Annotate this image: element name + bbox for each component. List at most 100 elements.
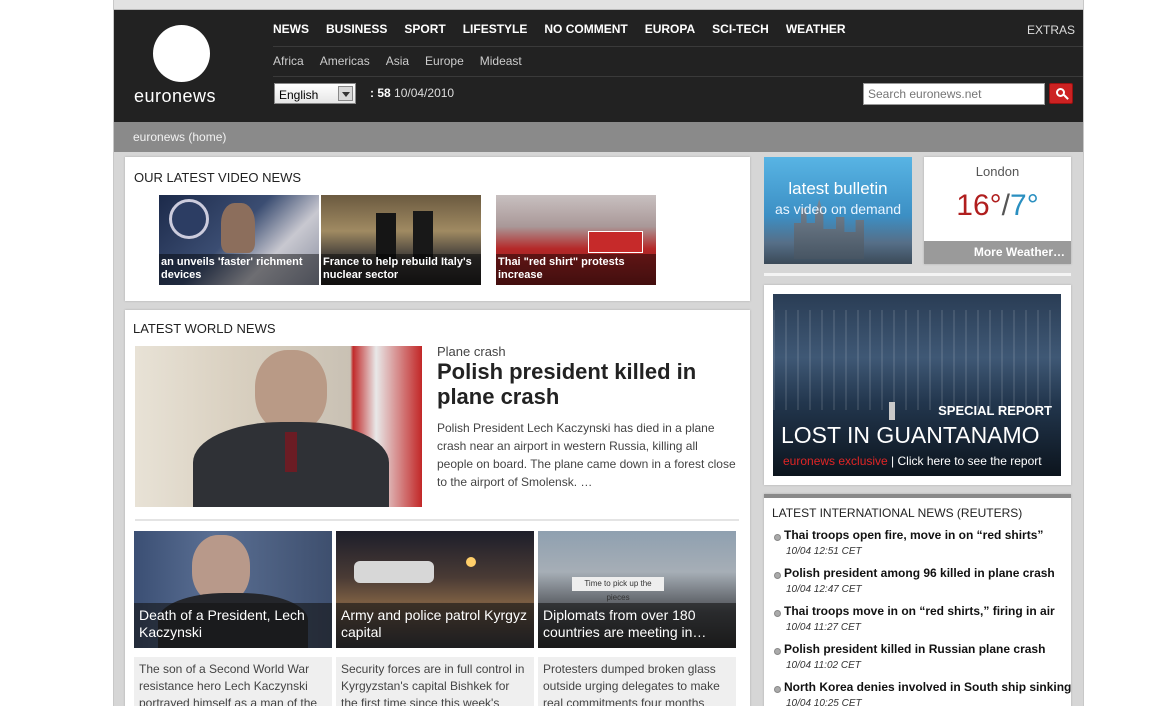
protest-sign xyxy=(588,231,643,253)
temp-low: 7° xyxy=(1010,189,1039,222)
temp-sep: / xyxy=(1001,189,1011,222)
breadcrumb-home[interactable]: euronews (home) xyxy=(133,130,226,144)
nav-sci-tech[interactable]: SCI-TECH xyxy=(712,22,769,36)
story-text-2: Security forces are in full control in K… xyxy=(336,657,534,706)
main-nav: NEWS BUSINESS SPORT LIFESTYLE NO COMMENT… xyxy=(273,22,863,36)
video-caption-1: an unveils 'faster' richment devices xyxy=(159,254,319,285)
face-shape xyxy=(255,350,327,432)
breadcrumb: euronews (home) xyxy=(114,122,1083,152)
reuters-time: 10/04 10:25 CET xyxy=(786,698,862,706)
reuters-headline[interactable]: Thai troops open fire, move in on “red s… xyxy=(784,528,1043,542)
protest-banner: Time to pick up the pieces xyxy=(572,577,664,602)
nav-weather[interactable]: WEATHER xyxy=(786,22,846,36)
story-caption-1: Death of a President, Lech Kaczynski xyxy=(134,603,332,648)
subnav-divider xyxy=(273,76,1083,77)
lead-story-image[interactable] xyxy=(135,346,422,507)
story-text-3: Protesters dumped broken glass outside u… xyxy=(538,657,736,706)
story-tile-3[interactable]: Time to pick up the pieces Diplomats fro… xyxy=(538,531,736,648)
language-select[interactable]: English xyxy=(274,83,356,104)
story-text-1: The son of a Second World War resistance… xyxy=(134,657,332,706)
top-strip xyxy=(114,0,1083,10)
subnav-americas[interactable]: Americas xyxy=(320,54,370,68)
search-icon-handle xyxy=(1063,94,1069,100)
nav-divider xyxy=(273,46,1083,47)
emblem-shape xyxy=(169,199,209,239)
lead-kicker: Plane crash xyxy=(437,344,506,359)
subnav-asia[interactable]: Asia xyxy=(386,54,409,68)
reuters-headline[interactable]: Polish president among 96 killed in plan… xyxy=(784,566,1055,580)
story-tile-2[interactable]: Army and police patrol Kyrgyz capital xyxy=(336,531,534,648)
reuters-time: 10/04 12:51 CET xyxy=(786,546,862,557)
sidebar-divider xyxy=(764,273,1071,276)
lead-headline[interactable]: Polish president killed in plane crash xyxy=(437,359,737,409)
video-thumb-1[interactable]: an unveils 'faster' richment devices xyxy=(159,195,319,285)
weather-city: London xyxy=(975,164,1020,179)
light-shape xyxy=(466,557,476,567)
guantanamo-image: SPECIAL REPORT LOST IN GUANTANAMO eurone… xyxy=(773,294,1061,476)
lead-summary: Polish President Lech Kaczynski has died… xyxy=(437,421,736,489)
subnav-mideast[interactable]: Mideast xyxy=(480,54,522,68)
video-thumb-2[interactable]: France to help rebuild Italy's nuclear s… xyxy=(321,195,481,285)
search-input[interactable] xyxy=(863,83,1045,105)
nav-news[interactable]: NEWS xyxy=(273,22,309,36)
bulletin-banner[interactable]: latest bulletin as video on demand xyxy=(764,157,912,264)
search-button[interactable] xyxy=(1049,83,1073,104)
logo-circle xyxy=(153,25,210,82)
special-report-panel[interactable]: SPECIAL REPORT LOST IN GUANTANAMO eurone… xyxy=(764,285,1071,485)
bullet-icon xyxy=(774,534,781,541)
speaker-figure xyxy=(221,203,255,253)
bullet-icon xyxy=(774,610,781,617)
chevron-down-icon[interactable] xyxy=(338,86,353,101)
nav-extras[interactable]: EXTRAS xyxy=(1027,23,1075,37)
world-news-panel: LATEST WORLD NEWS Plane crash Polish pre… xyxy=(125,310,750,706)
reuters-time: 10/04 11:02 CET xyxy=(786,660,861,671)
subnav-africa[interactable]: Africa xyxy=(273,54,304,68)
video-caption-2: France to help rebuild Italy's nuclear s… xyxy=(321,254,481,285)
person-silhouette xyxy=(889,402,895,420)
clock-date: 10/04/2010 xyxy=(394,86,455,100)
report-link-text: | Click here to see the report xyxy=(887,454,1042,468)
exclusive-label: euronews exclusive xyxy=(783,454,888,468)
reuters-headline[interactable]: Thai troops move in on “red shirts,” fir… xyxy=(784,604,1055,618)
more-weather-button[interactable]: More Weather… xyxy=(924,241,1071,264)
page: euronews NEWS BUSINESS SPORT LIFESTYLE N… xyxy=(113,0,1084,706)
section-divider xyxy=(135,519,739,521)
subnav-europe[interactable]: Europe xyxy=(425,54,464,68)
reuters-headline[interactable]: Polish president killed in Russian plane… xyxy=(784,642,1045,656)
site-header: euronews NEWS BUSINESS SPORT LIFESTYLE N… xyxy=(114,10,1083,122)
story-caption-2: Army and police patrol Kyrgyz capital xyxy=(336,603,534,648)
video-caption-3: Thai "red shirt" protests increase xyxy=(496,254,656,285)
tie-shape xyxy=(285,432,297,472)
video-news-title: OUR LATEST VIDEO NEWS xyxy=(134,170,302,185)
reuters-title: LATEST INTERNATIONAL NEWS (REUTERS) xyxy=(772,506,1023,520)
reuters-time: 10/04 12:47 CET xyxy=(786,584,862,595)
special-report-kicker: SPECIAL REPORT xyxy=(938,403,1052,418)
bullet-icon xyxy=(774,648,781,655)
nav-business[interactable]: BUSINESS xyxy=(326,22,387,36)
video-thumb-3[interactable]: Thai "red shirt" protests increase xyxy=(496,195,656,285)
reuters-panel: LATEST INTERNATIONAL NEWS (REUTERS) Thai… xyxy=(764,494,1071,706)
nav-sport[interactable]: SPORT xyxy=(404,22,445,36)
clock-time: : 58 xyxy=(370,86,391,100)
police-car-shape xyxy=(354,561,434,583)
bulletin-subtitle: as video on demand xyxy=(774,201,902,217)
nav-no-comment[interactable]: NO COMMENT xyxy=(544,22,627,36)
bulletin-title: latest bulletin xyxy=(788,179,888,198)
nav-lifestyle[interactable]: LIFESTYLE xyxy=(463,22,528,36)
video-news-panel: OUR LATEST VIDEO NEWS an unveils 'faster… xyxy=(125,157,750,301)
story-tile-1[interactable]: Death of a President, Lech Kaczynski xyxy=(134,531,332,648)
sub-nav: Africa Americas Asia Europe Mideast xyxy=(273,54,538,68)
world-news-title: LATEST WORLD NEWS xyxy=(133,321,276,336)
nav-europa[interactable]: EUROPA xyxy=(645,22,695,36)
reuters-headline[interactable]: North Korea denies involved in South shi… xyxy=(784,680,1071,694)
special-report-title: LOST IN GUANTANAMO xyxy=(781,422,1040,448)
story-caption-3: Diplomats from over 180 countries are me… xyxy=(538,603,736,648)
logo-text: euronews xyxy=(134,86,217,106)
temp-high: 16° xyxy=(956,189,1002,222)
bullet-icon xyxy=(774,686,781,693)
special-report-link[interactable]: euronews exclusive | Click here to see t… xyxy=(783,454,1042,468)
clock: : 58 10/04/2010 xyxy=(370,86,454,100)
weather-temps: 16°/7° xyxy=(924,189,1071,223)
language-value: English xyxy=(279,88,319,102)
reuters-time: 10/04 11:27 CET xyxy=(786,622,861,633)
